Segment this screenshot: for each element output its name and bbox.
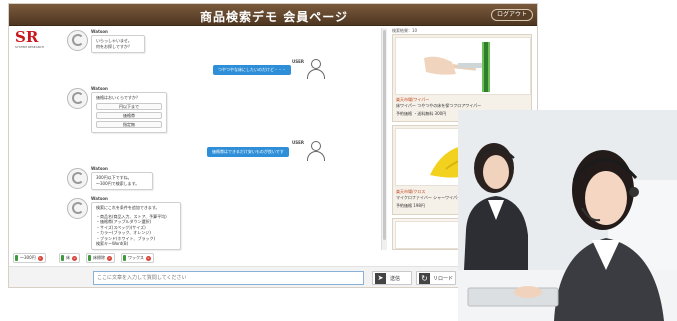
watson-avatar-icon: [67, 198, 88, 219]
option-button[interactable]: 指定無: [96, 121, 162, 128]
remove-filter-icon[interactable]: ×: [72, 255, 77, 261]
watson-avatar-icon: [67, 88, 88, 109]
bot-message: 300円以下ですね。 ～300円で検索します。: [91, 172, 153, 190]
filter-tag[interactable]: ワックス ×: [121, 253, 154, 263]
send-label: 送信: [390, 276, 401, 282]
product-price: 予約価格 ・送料無料 300円: [396, 111, 447, 116]
product-card[interactable]: 楽天市場/ワイパー 床ワイパー つやつやの床を保つフロアワイパー 予約価格 ・送…: [392, 34, 532, 122]
filter-label: ～300円: [20, 255, 36, 260]
send-icon: ➤: [375, 273, 386, 284]
operators-photo: [458, 110, 677, 321]
user-message: つやつやな床にしたいのだけど・・・: [213, 65, 291, 75]
message-line: 検索キーWord(B): [96, 241, 129, 246]
message-line: 何をお探しですか？: [96, 44, 132, 49]
send-button[interactable]: ➤ 送信: [372, 271, 412, 285]
remove-filter-icon[interactable]: ×: [145, 255, 151, 261]
bot-name: Watson: [91, 196, 108, 201]
filter-label: ワックス: [128, 255, 144, 260]
bot-message: いらっしゃいませ。 何をお探しですか？: [91, 35, 145, 53]
chat-scrollbar[interactable]: [381, 28, 387, 250]
company-logo: SR SYSTEM RESEARCH: [15, 28, 45, 50]
reload-button[interactable]: ↻ リロード: [416, 271, 456, 285]
watson-avatar-icon: [67, 168, 88, 189]
question-text: 価格はおいくらですか？: [96, 95, 140, 100]
option-button[interactable]: 価格帯: [96, 112, 162, 119]
product-image: [395, 37, 531, 95]
page-title: 商品検索デモ 会員ページ: [200, 10, 348, 24]
user-avatar-icon: [307, 58, 325, 80]
call-center-operators-image: [458, 110, 677, 321]
user-name: USER: [292, 140, 304, 145]
remove-filter-icon[interactable]: ×: [37, 255, 43, 261]
bot-question: 価格はおいくらですか？ 円以下まで 価格帯 指定無: [91, 92, 167, 133]
logout-button[interactable]: ログアウト: [490, 9, 533, 21]
logo-text: SR: [15, 28, 39, 46]
filter-label: 床掃除: [93, 255, 105, 260]
filter-tag[interactable]: 床掃除 ×: [86, 253, 115, 263]
reload-label: リロード: [433, 276, 454, 282]
filter-tag[interactable]: ～300円 ×: [13, 253, 46, 263]
remove-filter-icon[interactable]: ×: [107, 255, 112, 261]
header-bar: 商品検索デモ 会員ページ ログアウト: [9, 4, 537, 26]
filter-tag[interactable]: 床 ×: [59, 253, 80, 263]
logo-sub: SYSTEM RESEARCH: [15, 45, 45, 49]
watson-avatar-icon: [67, 30, 88, 51]
bot-name: Watson: [91, 29, 108, 34]
message-line: ～300円で検索します。: [96, 181, 140, 186]
option-button[interactable]: 円以下まで: [96, 103, 162, 110]
bot-name: Watson: [91, 86, 108, 91]
message-input[interactable]: [93, 271, 364, 285]
bot-message: 検索にこれを条件を追加できます。 ・商品名(商品入力、ストア、予算平均) ・価格…: [91, 202, 181, 250]
product-price: 予約価格 198円: [396, 203, 425, 208]
user-name: USER: [292, 59, 304, 64]
reload-icon: ↻: [419, 273, 430, 284]
chat-panel: Watson いらっしゃいませ。 何をお探しですか？ USER つやつやな床にし…: [49, 28, 375, 250]
scrollbar-thumb[interactable]: [383, 30, 386, 240]
user-avatar-icon: [307, 140, 325, 162]
user-message: 価格帯はできるだけ安いものが良いです: [207, 147, 289, 157]
wiper-image-icon: [424, 42, 490, 92]
filter-label: 床: [66, 255, 70, 260]
bot-name: Watson: [91, 166, 108, 171]
filter-tags: ～300円 × 床 × 床掃除 × ワックス ×: [9, 251, 381, 265]
product-name[interactable]: 床ワイパー つやつやの床を保つフロアワイパー: [396, 103, 481, 109]
